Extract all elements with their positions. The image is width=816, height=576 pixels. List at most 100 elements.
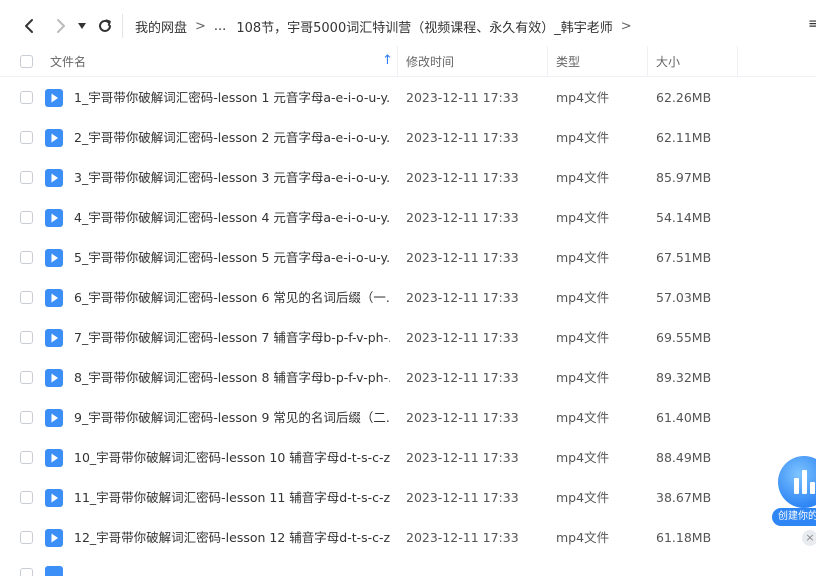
row-checkbox[interactable]	[20, 568, 33, 576]
file-modified-time: 2023-12-11 17:33	[406, 250, 519, 265]
file-size: 85.97MB	[656, 170, 712, 185]
column-divider[interactable]	[547, 46, 548, 77]
breadcrumb-root[interactable]: 我的网盘	[135, 17, 187, 36]
file-name[interactable]: 6_宇哥带你破解词汇密码-lesson 6 常见的名词后缀（一...	[74, 278, 390, 318]
caret-down-icon	[78, 23, 86, 29]
forward-button[interactable]	[50, 14, 72, 38]
row-checkbox[interactable]	[20, 171, 33, 184]
floating-widget-label[interactable]: 创建你的	[772, 508, 816, 526]
file-type: mp4文件	[556, 450, 610, 465]
breadcrumb-current: 108节，宇哥5000词汇特训营（视频课程、永久有效）_韩宇老师	[236, 20, 613, 36]
history-dropdown-button[interactable]	[74, 14, 90, 38]
column-header-modified[interactable]: 修改时间	[406, 46, 454, 77]
file-name[interactable]: 3_宇哥带你破解词汇密码-lesson 3 元音字母a-e-i-o-u-y...	[74, 158, 390, 198]
chevron-left-icon	[25, 19, 33, 33]
file-name[interactable]: 10_宇哥带你破解词汇密码-lesson 10 辅音字母d-t-s-c-z...	[74, 438, 390, 478]
file-name[interactable]: 9_宇哥带你破解词汇密码-lesson 9 常见的名词后缀（二...	[74, 398, 390, 438]
column-header-type[interactable]: 类型	[556, 46, 580, 77]
table-row[interactable]: 3_宇哥带你破解词汇密码-lesson 3 元音字母a-e-i-o-u-y...…	[0, 158, 816, 198]
file-type: mp4文件	[556, 530, 610, 545]
back-button[interactable]	[18, 14, 40, 38]
row-checkbox[interactable]	[20, 411, 33, 424]
row-checkbox[interactable]	[20, 331, 33, 344]
file-modified-time: 2023-12-11 17:33	[406, 170, 519, 185]
file-name[interactable]: 5_宇哥带你破解词汇密码-lesson 5 元音字母a-e-i-o-u-y...	[74, 238, 390, 278]
video-file-icon	[45, 489, 63, 507]
video-file-icon	[45, 449, 63, 467]
sort-ascending-icon[interactable]: ↑	[382, 53, 393, 68]
file-size: 69.55MB	[656, 330, 712, 345]
file-type: mp4文件	[556, 290, 610, 305]
file-name[interactable]: 7_宇哥带你破解词汇密码-lesson 7 辅音字母b-p-f-v-ph-...	[74, 318, 390, 358]
table-row[interactable]: 6_宇哥带你破解词汇密码-lesson 6 常见的名词后缀（一... 2023-1…	[0, 278, 816, 318]
file-modified-time: 2023-12-11 17:33	[406, 90, 519, 105]
table-row[interactable]: 11_宇哥带你破解词汇密码-lesson 11 辅音字母d-t-s-c-z...…	[0, 478, 816, 518]
file-size: 89.32MB	[656, 370, 712, 385]
file-type: mp4文件	[556, 490, 610, 505]
file-size: 57.03MB	[656, 290, 712, 305]
file-modified-time: 2023-12-11 17:33	[406, 290, 519, 305]
column-divider[interactable]	[397, 46, 398, 77]
file-size: 38.67MB	[656, 490, 712, 505]
row-checkbox[interactable]	[20, 251, 33, 264]
table-row[interactable]: 9_宇哥带你破解词汇密码-lesson 9 常见的名词后缀（二... 2023-1…	[0, 398, 816, 438]
file-type: mp4文件	[556, 250, 610, 265]
select-all-checkbox[interactable]	[20, 55, 33, 68]
video-file-icon	[45, 566, 63, 576]
column-header-name[interactable]: 文件名	[50, 46, 86, 77]
file-modified-time: 2023-12-11 17:33	[406, 210, 519, 225]
row-checkbox[interactable]	[20, 491, 33, 504]
row-checkbox[interactable]	[20, 131, 33, 144]
table-row[interactable]: 1_宇哥带你破解词汇密码-lesson 1 元音字母a-e-i-o-u-y...…	[0, 78, 816, 118]
file-name[interactable]: 8_宇哥带你破解词汇密码-lesson 8 辅音字母b-p-f-v-ph-...	[74, 358, 390, 398]
column-divider[interactable]	[737, 46, 738, 77]
file-type: mp4文件	[556, 410, 610, 425]
video-file-icon	[45, 529, 63, 547]
file-row-partial[interactable]	[0, 562, 816, 576]
file-name[interactable]: 12_宇哥带你破解词汇密码-lesson 12 辅音字母d-t-s-c-z...	[74, 518, 390, 558]
refresh-icon	[99, 19, 111, 32]
file-list-header: 文件名 ↑ 修改时间 类型 大小	[0, 46, 816, 77]
video-file-icon	[45, 289, 63, 307]
row-checkbox[interactable]	[20, 91, 33, 104]
video-file-icon	[45, 369, 63, 387]
table-row[interactable]: 8_宇哥带你破解词汇密码-lesson 8 辅音字母b-p-f-v-ph-...…	[0, 358, 816, 398]
refresh-button[interactable]	[94, 14, 116, 38]
file-name[interactable]: 2_宇哥带你破解词汇密码-lesson 2 元音字母a-e-i-o-u-y...	[74, 118, 390, 158]
file-type: mp4文件	[556, 210, 610, 225]
table-row[interactable]: 5_宇哥带你破解词汇密码-lesson 5 元音字母a-e-i-o-u-y...…	[0, 238, 816, 278]
file-size: 54.14MB	[656, 210, 712, 225]
close-icon[interactable]: ×	[802, 530, 816, 546]
file-name[interactable]: 1_宇哥带你破解词汇密码-lesson 1 元音字母a-e-i-o-u-y...	[74, 78, 390, 118]
video-file-icon	[45, 89, 63, 107]
table-row[interactable]: 12_宇哥带你破解词汇密码-lesson 12 辅音字母d-t-s-c-z...…	[0, 518, 816, 558]
chevron-right-icon	[57, 19, 65, 33]
table-row[interactable]: 4_宇哥带你破解词汇密码-lesson 4 元音字母a-e-i-o-u-y...…	[0, 198, 816, 238]
breadcrumb-ellipsis[interactable]: ...	[214, 19, 226, 34]
row-checkbox[interactable]	[20, 371, 33, 384]
floating-promo-widget[interactable]: 创建你的	[772, 452, 816, 526]
table-row[interactable]: 2_宇哥带你破解词汇密码-lesson 2 元音字母a-e-i-o-u-y...…	[0, 118, 816, 158]
file-modified-time: 2023-12-11 17:33	[406, 370, 519, 385]
row-checkbox[interactable]	[20, 291, 33, 304]
row-checkbox[interactable]	[20, 531, 33, 544]
file-type: mp4文件	[556, 330, 610, 345]
column-header-size[interactable]: 大小	[656, 46, 680, 77]
file-modified-time: 2023-12-11 17:33	[406, 530, 519, 545]
file-size: 61.40MB	[656, 410, 712, 425]
file-size: 62.26MB	[656, 90, 712, 105]
table-row[interactable]: 7_宇哥带你破解词汇密码-lesson 7 辅音字母b-p-f-v-ph-...…	[0, 318, 816, 358]
select-all-checkbox-wrap	[20, 46, 33, 77]
file-size: 67.51MB	[656, 250, 712, 265]
file-size: 88.49MB	[656, 450, 712, 465]
row-checkbox[interactable]	[20, 451, 33, 464]
row-checkbox[interactable]	[20, 211, 33, 224]
table-row[interactable]: 10_宇哥带你破解词汇密码-lesson 10 辅音字母d-t-s-c-z...…	[0, 438, 816, 478]
file-name[interactable]: 4_宇哥带你破解词汇密码-lesson 4 元音字母a-e-i-o-u-y...	[74, 198, 390, 238]
file-name[interactable]: 11_宇哥带你破解词汇密码-lesson 11 辅音字母d-t-s-c-z...	[74, 478, 390, 518]
breadcrumb-separator: >	[620, 18, 632, 34]
column-divider[interactable]	[647, 46, 648, 77]
file-modified-time: 2023-12-11 17:33	[406, 410, 519, 425]
menu-icon[interactable]: ≡	[808, 16, 816, 32]
file-size: 61.18MB	[656, 530, 712, 545]
